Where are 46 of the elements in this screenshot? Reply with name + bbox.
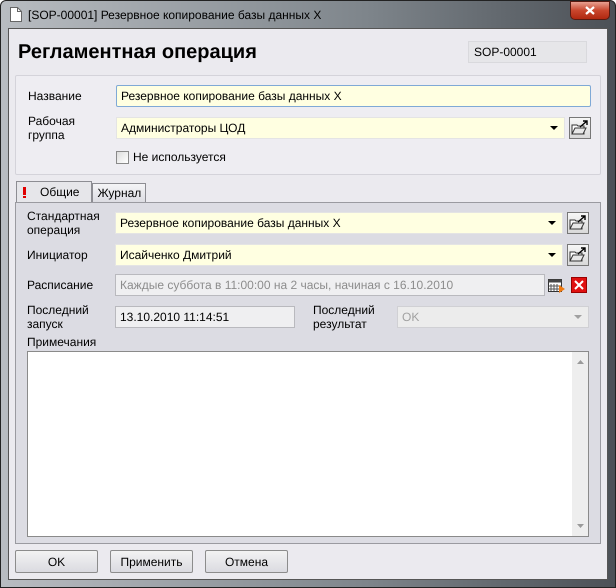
close-icon [585,6,595,15]
form-title: Регламентная операция [18,40,257,64]
caret-icon [548,221,556,225]
delete-icon [571,277,587,293]
open-form-button[interactable] [567,212,589,234]
dropdown[interactable]: Резервное копирование базы данных X [115,212,563,234]
close-button[interactable] [570,1,610,20]
caret-icon [550,126,558,130]
field-label: Последний запуск [27,303,90,331]
field-label: Последний результат [313,303,376,331]
open-form-button[interactable] [567,244,589,266]
dialog-button[interactable]: Применить [110,550,193,573]
dialog-button[interactable]: OK [15,550,98,573]
checkbox[interactable] [116,150,129,164]
clear-button[interactable] [569,274,589,296]
caret-icon [548,253,556,257]
dropdown-value: Резервное копирование базы данных X [120,215,341,232]
last-run-field: 13.10.2010 11:14:51 [115,306,295,328]
dialog-button[interactable]: Отмена [205,550,288,573]
dropdown-value: Администраторы ЦОД [121,120,246,137]
notes-field[interactable] [27,351,589,537]
dropdown-value: Исайченко Дмитрий [120,247,232,264]
document-icon [10,7,22,22]
field-label: Расписание [27,278,94,292]
field-label: Рабочая группа [28,114,76,142]
calendar-icon [548,277,566,293]
schedule-field: Каждые суббота в 11:00:00 на 2 часы, начиная с 16.10.2010 [115,274,545,296]
tab[interactable]: Общие [16,181,92,202]
dropdown-value: OK [402,309,420,326]
field-label: Стандартная операция [27,209,101,237]
warning-icon [23,186,26,198]
field-label: Инициатор [27,248,89,262]
tab[interactable]: Журнал [92,183,146,202]
group-dropdown[interactable]: Администраторы ЦОД [116,117,565,139]
dropdown[interactable]: Исайченко Дмитрий [115,244,563,266]
field-label: Название [28,89,83,103]
field-label: Примечания [27,335,98,349]
window-title: [SOP-00001] Резервное копирование базы данных X [28,8,322,22]
folder-arrow-icon [571,120,589,136]
folder-arrow-icon [569,247,587,263]
code-field: SOP-00001 [468,41,587,63]
checkbox-label: Не используется [133,150,226,164]
name-field[interactable]: Резервное копирование базы данных X [116,85,591,107]
folder-arrow-icon [569,215,587,231]
caret-icon [574,315,582,319]
open-form-button[interactable] [569,117,591,139]
